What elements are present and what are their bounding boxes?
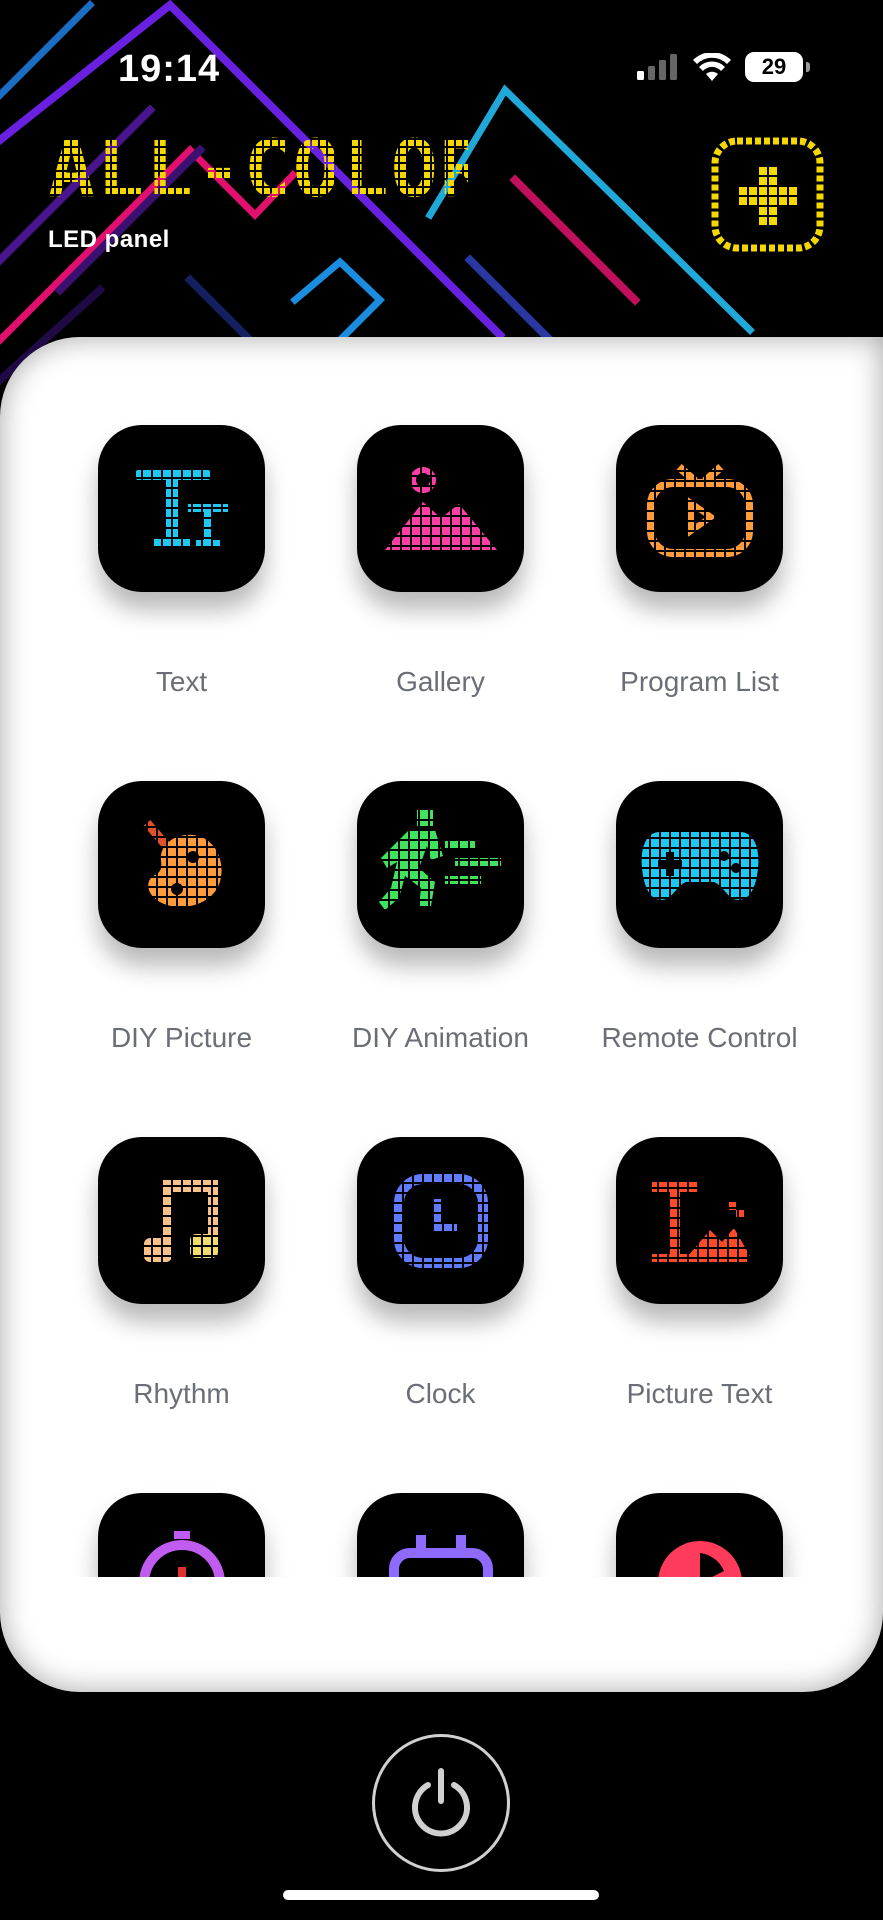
tile-label: Picture Text (626, 1378, 773, 1409)
tile-icon-box (616, 425, 783, 592)
tile-label: Gallery (396, 666, 485, 697)
wifi-icon (693, 53, 731, 81)
tile-label: Program List (620, 666, 779, 697)
plus-icon (711, 137, 824, 252)
tile-icon-box (616, 1137, 783, 1304)
tile-icon-box (357, 781, 524, 948)
tile-program-list[interactable]: Program List (570, 425, 829, 781)
feature-card: Text Gallery Program List DIY Picture DI… (0, 337, 883, 1692)
pie-icon (657, 1540, 742, 1577)
gamepad-icon (639, 827, 760, 902)
tile-label: DIY Picture (110, 1022, 253, 1053)
tile-icon-box (98, 425, 265, 592)
feature-grid-viewport[interactable]: Text Gallery Program List DIY Picture DI… (0, 337, 883, 1577)
tile-text[interactable]: Text (52, 425, 311, 781)
power-icon (412, 1768, 470, 1837)
tile-label: DIY Animation (352, 1022, 529, 1053)
music-note-icon (141, 1175, 222, 1266)
tile-alarm[interactable] (311, 1493, 570, 1577)
status-icons: 29 (637, 52, 810, 82)
tile-diy-picture[interactable]: DIY Picture (52, 781, 311, 1137)
feature-grid: Text Gallery Program List DIY Picture DI… (0, 425, 883, 1577)
tile-icon-box (98, 1493, 265, 1577)
running-man-icon (378, 809, 503, 920)
tile-remote-control[interactable]: Remote Control (570, 781, 829, 1137)
tile-label: Rhythm (133, 1378, 230, 1409)
tile-gallery[interactable]: Gallery (311, 425, 570, 781)
tile-icon-box (616, 781, 783, 948)
tile-icon-box (98, 1137, 265, 1304)
logo-subtitle: LED panel (48, 226, 170, 253)
add-button[interactable] (711, 137, 824, 252)
tile-pie[interactable] (570, 1493, 829, 1577)
all-color-logo: ALL-COLOR (48, 132, 468, 204)
picture-text-icon (647, 1177, 752, 1264)
tile-icon-box (357, 425, 524, 592)
status-time: 19:14 (118, 48, 221, 90)
tile-rhythm[interactable]: Rhythm (52, 1137, 311, 1493)
logo-text: ALL-COLOR (48, 132, 468, 204)
tile-icon-box (616, 1493, 783, 1577)
tile-diy-animation[interactable]: DIY Animation (311, 781, 570, 1137)
tile-label: Clock (405, 1378, 476, 1409)
tile-label: Remote Control (601, 1022, 798, 1053)
tile-label: Text (155, 666, 208, 697)
home-indicator (283, 1890, 599, 1900)
tile-icon-box (98, 781, 265, 948)
text-icon (131, 463, 232, 554)
battery-indicator: 29 (745, 52, 810, 82)
clock-icon (392, 1172, 489, 1269)
palette-icon (136, 816, 227, 913)
tile-clock[interactable]: Clock (311, 1137, 570, 1493)
tile-icon-box (357, 1137, 524, 1304)
gallery-icon (380, 465, 501, 552)
alarm-icon (388, 1534, 493, 1577)
power-button[interactable] (372, 1734, 510, 1872)
tile-picture-text[interactable]: Picture Text (570, 1137, 829, 1493)
cellular-signal-icon (637, 54, 677, 80)
tile-icon-box (357, 1493, 524, 1577)
tv-icon (644, 460, 755, 557)
stopwatch-icon (138, 1530, 225, 1577)
status-bar: 19:14 29 (0, 0, 883, 140)
tile-stopwatch[interactable] (52, 1493, 311, 1577)
